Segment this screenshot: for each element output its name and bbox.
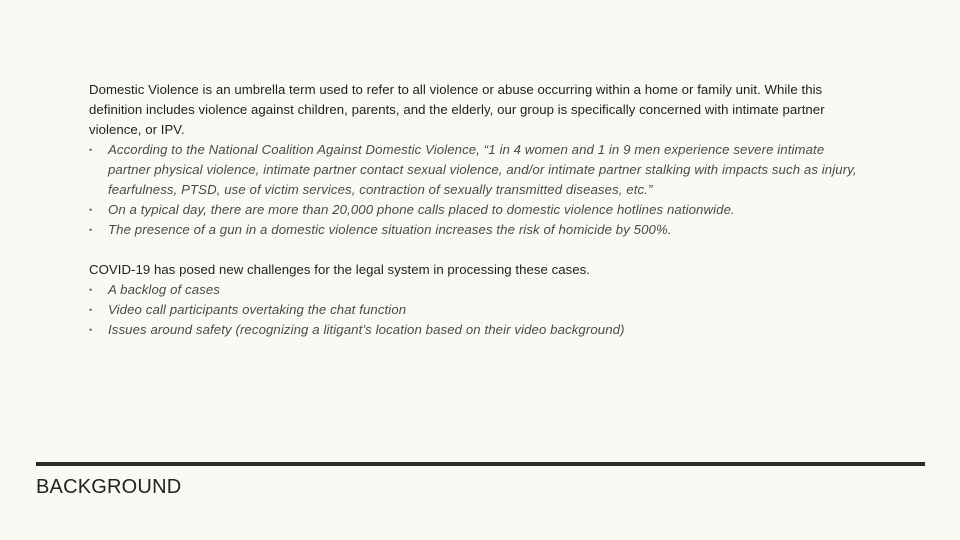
- bullet-icon: •: [89, 225, 93, 235]
- bullet-icon: •: [89, 145, 93, 155]
- covid-bullet-item: • Issues around safety (recognizing a li…: [89, 320, 869, 340]
- bullet-text: A backlog of cases: [108, 282, 220, 297]
- intro-bullet-item: • The presence of a gun in a domestic vi…: [89, 220, 869, 240]
- bullet-icon: •: [89, 285, 93, 295]
- intro-paragraph: Domestic Violence is an umbrella term us…: [89, 82, 825, 137]
- slide-title: BACKGROUND: [36, 476, 182, 498]
- bullet-text: Video call participants overtaking the c…: [108, 302, 407, 317]
- bullet-icon: •: [89, 325, 93, 335]
- covid-bullet-item: • Video call participants overtaking the…: [89, 300, 869, 320]
- bullet-icon: •: [89, 305, 93, 315]
- intro-bullet-item: • On a typical day, there are more than …: [89, 200, 869, 220]
- intro-bullet-item: • According to the National Coalition Ag…: [89, 140, 869, 200]
- intro-section: Domestic Violence is an umbrella term us…: [89, 80, 869, 240]
- covid-bullet-item: • A backlog of cases: [89, 280, 869, 300]
- title-divider-rule: [36, 462, 925, 466]
- bullet-text: On a typical day, there are more than 20…: [108, 202, 735, 217]
- covid-paragraph: COVID-19 has posed new challenges for th…: [89, 262, 591, 277]
- bullet-text: The presence of a gun in a domestic viol…: [108, 222, 672, 237]
- covid-bullet-list: • A backlog of cases • Video call partic…: [89, 280, 869, 340]
- intro-bullet-list: • According to the National Coalition Ag…: [89, 140, 869, 240]
- bullet-text: According to the National Coalition Agai…: [108, 142, 857, 197]
- slide-content: Domestic Violence is an umbrella term us…: [89, 80, 869, 340]
- bullet-icon: •: [89, 205, 93, 215]
- covid-section: COVID-19 has posed new challenges for th…: [89, 260, 869, 340]
- bullet-text: Issues around safety (recognizing a liti…: [108, 322, 625, 337]
